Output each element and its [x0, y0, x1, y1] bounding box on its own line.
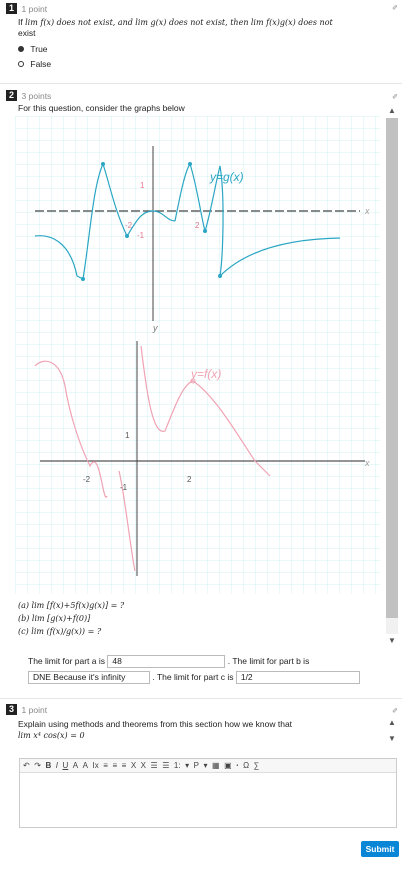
redo-icon[interactable]: ↷	[34, 761, 41, 770]
graphs-svg: x y y=g(x) -2 -1 1 2 x y=f(x) -2 -1 1 2	[15, 116, 380, 594]
bullet-list-icon[interactable]: ☰	[151, 761, 158, 770]
scroll-thumb[interactable]	[386, 118, 398, 618]
question-number: 2	[6, 90, 18, 102]
question-prompt: Explain using methods and theorems from …	[18, 719, 293, 740]
question-parts: (a) lim [f(x)+5f(x)g(x)] = ? (b) lim [g(…	[18, 599, 124, 638]
scrollbar[interactable]: ▲ ▼	[386, 106, 398, 646]
question-text: If lim f(x) does not exist, and lim g(x)…	[18, 17, 333, 38]
question-points: 1 point	[21, 3, 48, 14]
rich-text-editor: ↶ ↷ B I U A A Ix ≡ ≡ ≡ X X ☰ ☰ 1: ▾ P ▾ …	[19, 758, 397, 828]
tick-label: 1	[140, 181, 145, 190]
scroll-up-icon[interactable]: ▲	[386, 718, 398, 728]
pin-icon[interactable]: ✐	[392, 93, 398, 101]
question-1: 1 1 point ✐ If lim f(x) does not exist, …	[0, 0, 402, 80]
radio-unselected-icon[interactable]	[18, 61, 24, 67]
part-c: (c) lim (f(x)/g(x)) = ?	[18, 627, 102, 636]
subscript-icon[interactable]: X	[141, 761, 146, 770]
question-number: 1	[6, 3, 18, 15]
align-left-icon[interactable]: ≡	[103, 761, 108, 770]
answer-row-2: DNE Because it's infinity . The limit fo…	[28, 671, 360, 684]
highlight-button[interactable]: A	[83, 761, 88, 770]
underline-button[interactable]: U	[62, 761, 68, 770]
scroll-down-icon[interactable]: ▼	[386, 636, 398, 646]
tick-label: -2	[83, 475, 91, 484]
superscript-icon[interactable]: X	[131, 761, 136, 770]
axis-label: y	[152, 323, 158, 333]
italic-button[interactable]: I	[56, 761, 58, 770]
radio-selected-icon[interactable]	[18, 46, 24, 52]
divider	[0, 698, 402, 699]
scroll-up-icon[interactable]: ▲	[386, 106, 398, 116]
answer-row-1: The limit for part a is 48 . The limit f…	[28, 655, 310, 668]
question-points: 1 point	[21, 704, 48, 715]
align-center-icon[interactable]: ≡	[112, 761, 117, 770]
scrollbar[interactable]: ▲ ▼	[386, 718, 398, 744]
option-true[interactable]: True	[18, 44, 48, 54]
tick-label: 2	[187, 475, 192, 484]
tick-label: 2	[195, 221, 200, 230]
submit-button[interactable]: Submit	[361, 841, 399, 857]
omega-icon[interactable]: Ω	[243, 761, 249, 770]
graph-label: y=f(x)	[190, 367, 221, 381]
undo-icon[interactable]: ↶	[23, 761, 30, 770]
answer-c-input[interactable]: 1/2	[235, 671, 360, 684]
font-size-select[interactable]: 1:	[174, 761, 181, 770]
answer-b-input[interactable]: DNE Because it's infinity	[28, 671, 150, 684]
divider	[0, 83, 402, 84]
tick-label: -2	[125, 221, 133, 230]
numbered-list-icon[interactable]: ☰	[162, 761, 169, 770]
bold-button[interactable]: B	[45, 761, 51, 770]
chevron-down-icon[interactable]: ▾	[185, 761, 189, 770]
axis-label: x	[364, 206, 370, 216]
answer-a-input[interactable]: 48	[107, 655, 226, 668]
editor-toolbar: ↶ ↷ B I U A A Ix ≡ ≡ ≡ X X ☰ ☰ 1: ▾ P ▾ …	[20, 759, 396, 773]
clear-format-button[interactable]: Ix	[93, 761, 99, 770]
font-color-button[interactable]: A	[73, 761, 78, 770]
tick-label: -1	[137, 231, 145, 240]
equation-icon[interactable]: ∑	[254, 761, 260, 770]
part-a: (a) lim [f(x)+5f(x)g(x)] = ?	[18, 601, 125, 610]
part-b: (b) lim [g(x)+f(0)]	[18, 614, 91, 623]
tick-label: -1	[120, 483, 128, 492]
graph-label: y=g(x)	[209, 170, 244, 184]
more-icon[interactable]: ꞏ	[236, 760, 238, 771]
align-right-icon[interactable]: ≡	[122, 761, 127, 770]
question-points: 3 points	[21, 90, 52, 101]
graph-area: x y y=g(x) -2 -1 1 2 x y=f(x) -2 -1 1 2	[15, 116, 380, 594]
option-false[interactable]: False	[18, 59, 51, 69]
paragraph-select[interactable]: P	[194, 761, 199, 770]
tick-label: 1	[125, 431, 130, 440]
axis-label: x	[364, 458, 370, 468]
pin-icon[interactable]: ✐	[392, 4, 398, 12]
question-intro: For this question, consider the graphs b…	[18, 103, 185, 113]
editor-body[interactable]	[20, 775, 396, 827]
pin-icon[interactable]: ✐	[392, 707, 398, 715]
scroll-down-icon[interactable]: ▼	[386, 734, 398, 744]
image-icon[interactable]: ▣	[224, 761, 232, 770]
table-icon[interactable]: ▦	[212, 761, 220, 770]
chevron-down-icon[interactable]: ▾	[203, 761, 207, 770]
question-number: 3	[6, 704, 18, 716]
